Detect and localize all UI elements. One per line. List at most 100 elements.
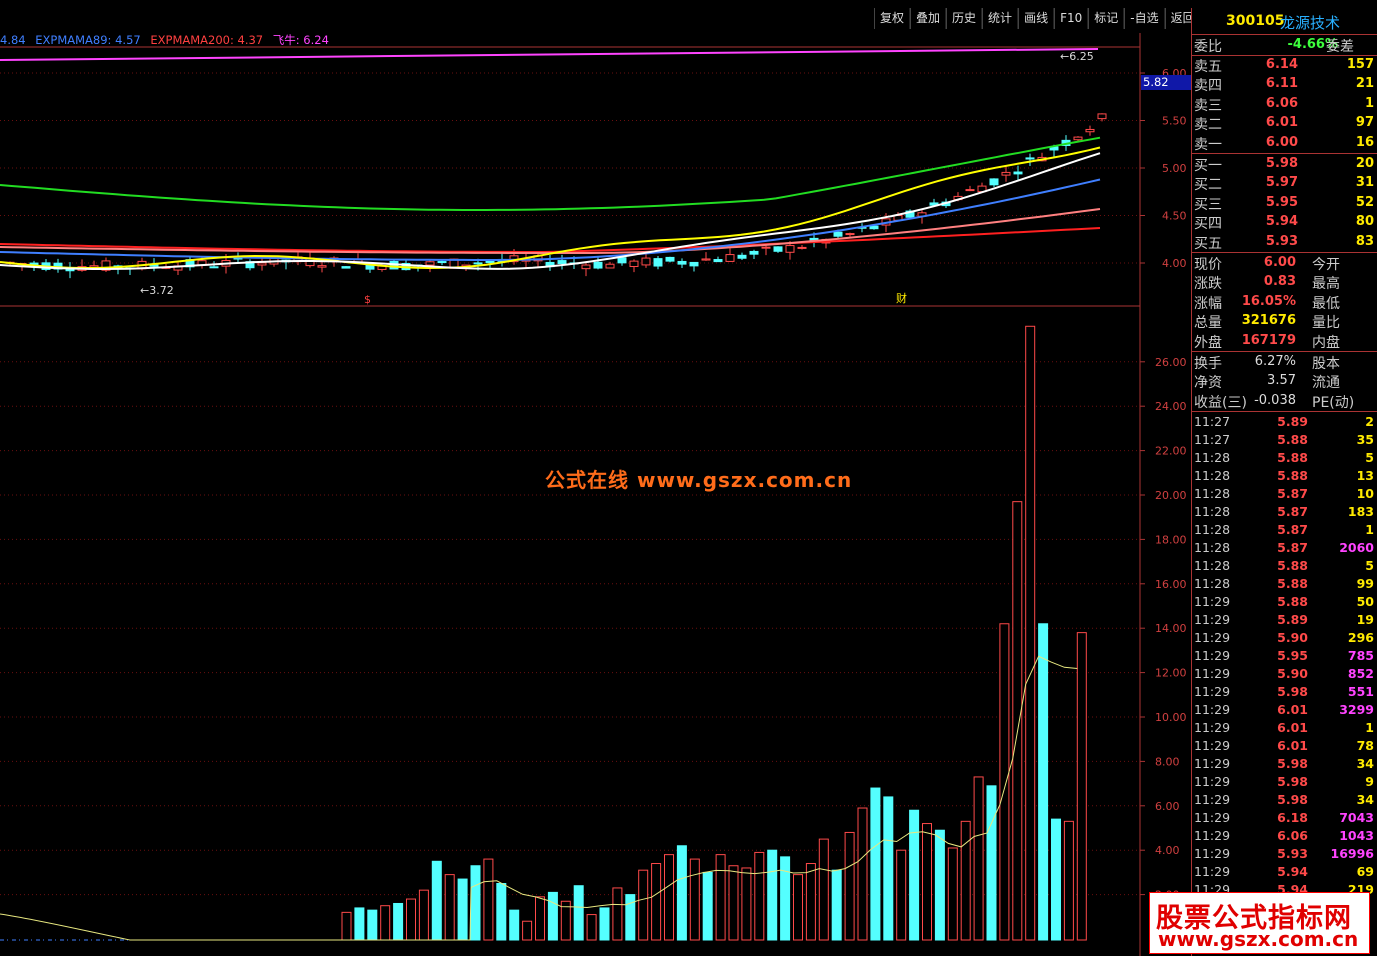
candle <box>701 252 711 261</box>
candle-body <box>593 261 603 269</box>
tick-volume: 16996 <box>1330 846 1375 862</box>
ask-price: 6.00 <box>1265 134 1298 150</box>
candle-body <box>473 262 483 265</box>
volume-bar <box>909 809 920 941</box>
tick-price: 5.94 <box>1277 864 1308 880</box>
candle-body <box>845 233 855 236</box>
candle-body <box>617 257 627 264</box>
tick-volume: 5 <box>1365 450 1374 466</box>
separator <box>1192 411 1377 413</box>
candle <box>773 246 783 253</box>
volume-bar <box>922 823 932 941</box>
bid-price: 5.98 <box>1265 156 1298 171</box>
volume-axis-label: 26.00 <box>1155 356 1187 369</box>
candle-body <box>797 246 807 249</box>
tick-time: 11:29 <box>1194 756 1231 772</box>
bid-row[interactable]: 买五 5.93 83 <box>1192 233 1377 252</box>
tick-price: 5.88 <box>1277 558 1308 574</box>
tick-volume: 1 <box>1365 720 1374 736</box>
bid-row[interactable]: 买四 5.94 80 <box>1192 213 1377 232</box>
candle <box>557 254 567 270</box>
candle-body <box>1085 128 1095 133</box>
marker-cai: 财 <box>896 291 907 305</box>
candle <box>41 259 51 272</box>
candle <box>629 259 639 273</box>
stat-value: 167179 <box>1241 332 1296 348</box>
ask-row[interactable]: 卖三 6.06 1 <box>1192 95 1377 114</box>
separator <box>1192 153 1377 154</box>
tick-price: 5.93 <box>1277 846 1308 862</box>
candle <box>689 261 699 272</box>
volume-bar <box>522 920 533 941</box>
candle-body <box>749 250 759 255</box>
volume-bar <box>483 858 494 941</box>
volume-bar <box>844 831 855 941</box>
tick-price: 5.98 <box>1277 756 1308 772</box>
tick-time: 11:29 <box>1194 792 1231 808</box>
bid-row[interactable]: 买二 5.97 31 <box>1192 174 1377 193</box>
tick-row: 11:28 5.88 5 <box>1192 450 1377 468</box>
tick-volume: 13 <box>1356 468 1374 484</box>
ask-row[interactable]: 卖五 6.14 157 <box>1192 56 1377 75</box>
stock-name[interactable]: 龙源技术 <box>1280 12 1340 33</box>
stat-label-right: 股本 <box>1312 356 1340 372</box>
chart-grid <box>0 33 1141 956</box>
tick-volume: 551 <box>1347 684 1374 700</box>
bid-row[interactable]: 买三 5.95 52 <box>1192 194 1377 213</box>
ask-row[interactable]: 卖二 6.01 97 <box>1192 114 1377 133</box>
candle-body <box>677 260 687 265</box>
tick-time: 11:29 <box>1194 846 1231 862</box>
volume-bar <box>406 898 416 941</box>
moving-average-lines <box>0 48 1101 270</box>
volume-bar <box>754 851 765 941</box>
bid-label: 买五 <box>1194 235 1222 252</box>
tick-price: 5.98 <box>1277 792 1308 808</box>
volume-bar <box>999 623 1010 941</box>
stat-row: 外盘 167179 内盘 <box>1192 332 1377 351</box>
ask-row[interactable]: 卖一 6.00 16 <box>1192 134 1377 153</box>
logo-line2: www.gszx.com.cn <box>1158 927 1359 951</box>
tick-row: 11:27 5.88 35 <box>1192 432 1377 450</box>
tick-price: 5.87 <box>1277 486 1308 502</box>
candle-body <box>257 262 267 266</box>
tick-row: 11:29 5.90 852 <box>1192 666 1377 684</box>
stat-row: 涨跌 0.83 最高 <box>1192 273 1377 292</box>
weibi-label: 委比 <box>1194 39 1222 55</box>
tick-row: 11:28 5.88 13 <box>1192 468 1377 486</box>
tick-row: 11:27 5.89 2 <box>1192 414 1377 432</box>
volume-axis-label: 22.00 <box>1155 445 1187 458</box>
volume-axis-label: 18.00 <box>1155 533 1187 546</box>
tick-row: 11:28 5.87 1 <box>1192 522 1377 540</box>
stat-row: 现价 6.00 今开 <box>1192 254 1377 273</box>
stat-label-right: 内盘 <box>1312 334 1340 351</box>
volume-bar <box>805 863 816 941</box>
volume-bar <box>818 838 829 941</box>
stat-row: 收益(三) -0.038 PE(动) <box>1192 392 1377 411</box>
tick-time: 11:28 <box>1194 522 1231 538</box>
ma-line-green <box>0 136 1101 211</box>
bid-row[interactable]: 买一 5.98 20 <box>1192 155 1377 174</box>
volume-bar <box>444 874 455 941</box>
volume-bar <box>599 907 610 941</box>
price-axis-label: 4.50 <box>1162 210 1187 223</box>
tick-price: 5.88 <box>1277 468 1308 484</box>
tick-price: 5.95 <box>1277 648 1308 664</box>
candle-body <box>701 258 711 261</box>
candle-body <box>725 254 735 262</box>
candle-body <box>425 261 435 266</box>
tick-volume: 296 <box>1347 630 1374 646</box>
bid-volume: 52 <box>1355 194 1374 210</box>
candle-body <box>557 260 567 265</box>
tick-time: 11:29 <box>1194 828 1231 844</box>
volume-bar <box>341 911 352 941</box>
tick-row: 11:29 6.18 7043 <box>1192 810 1377 828</box>
volume-bar <box>715 854 726 941</box>
stat-value: 6.00 <box>1263 255 1296 270</box>
tick-volume: 19 <box>1356 612 1374 628</box>
bid-label: 买一 <box>1194 158 1222 174</box>
volume-bar <box>986 785 997 941</box>
candle <box>641 253 651 268</box>
volume-bar <box>638 869 649 941</box>
ask-row[interactable]: 卖四 6.11 21 <box>1192 75 1377 94</box>
tick-row: 11:29 6.06 1043 <box>1192 828 1377 846</box>
